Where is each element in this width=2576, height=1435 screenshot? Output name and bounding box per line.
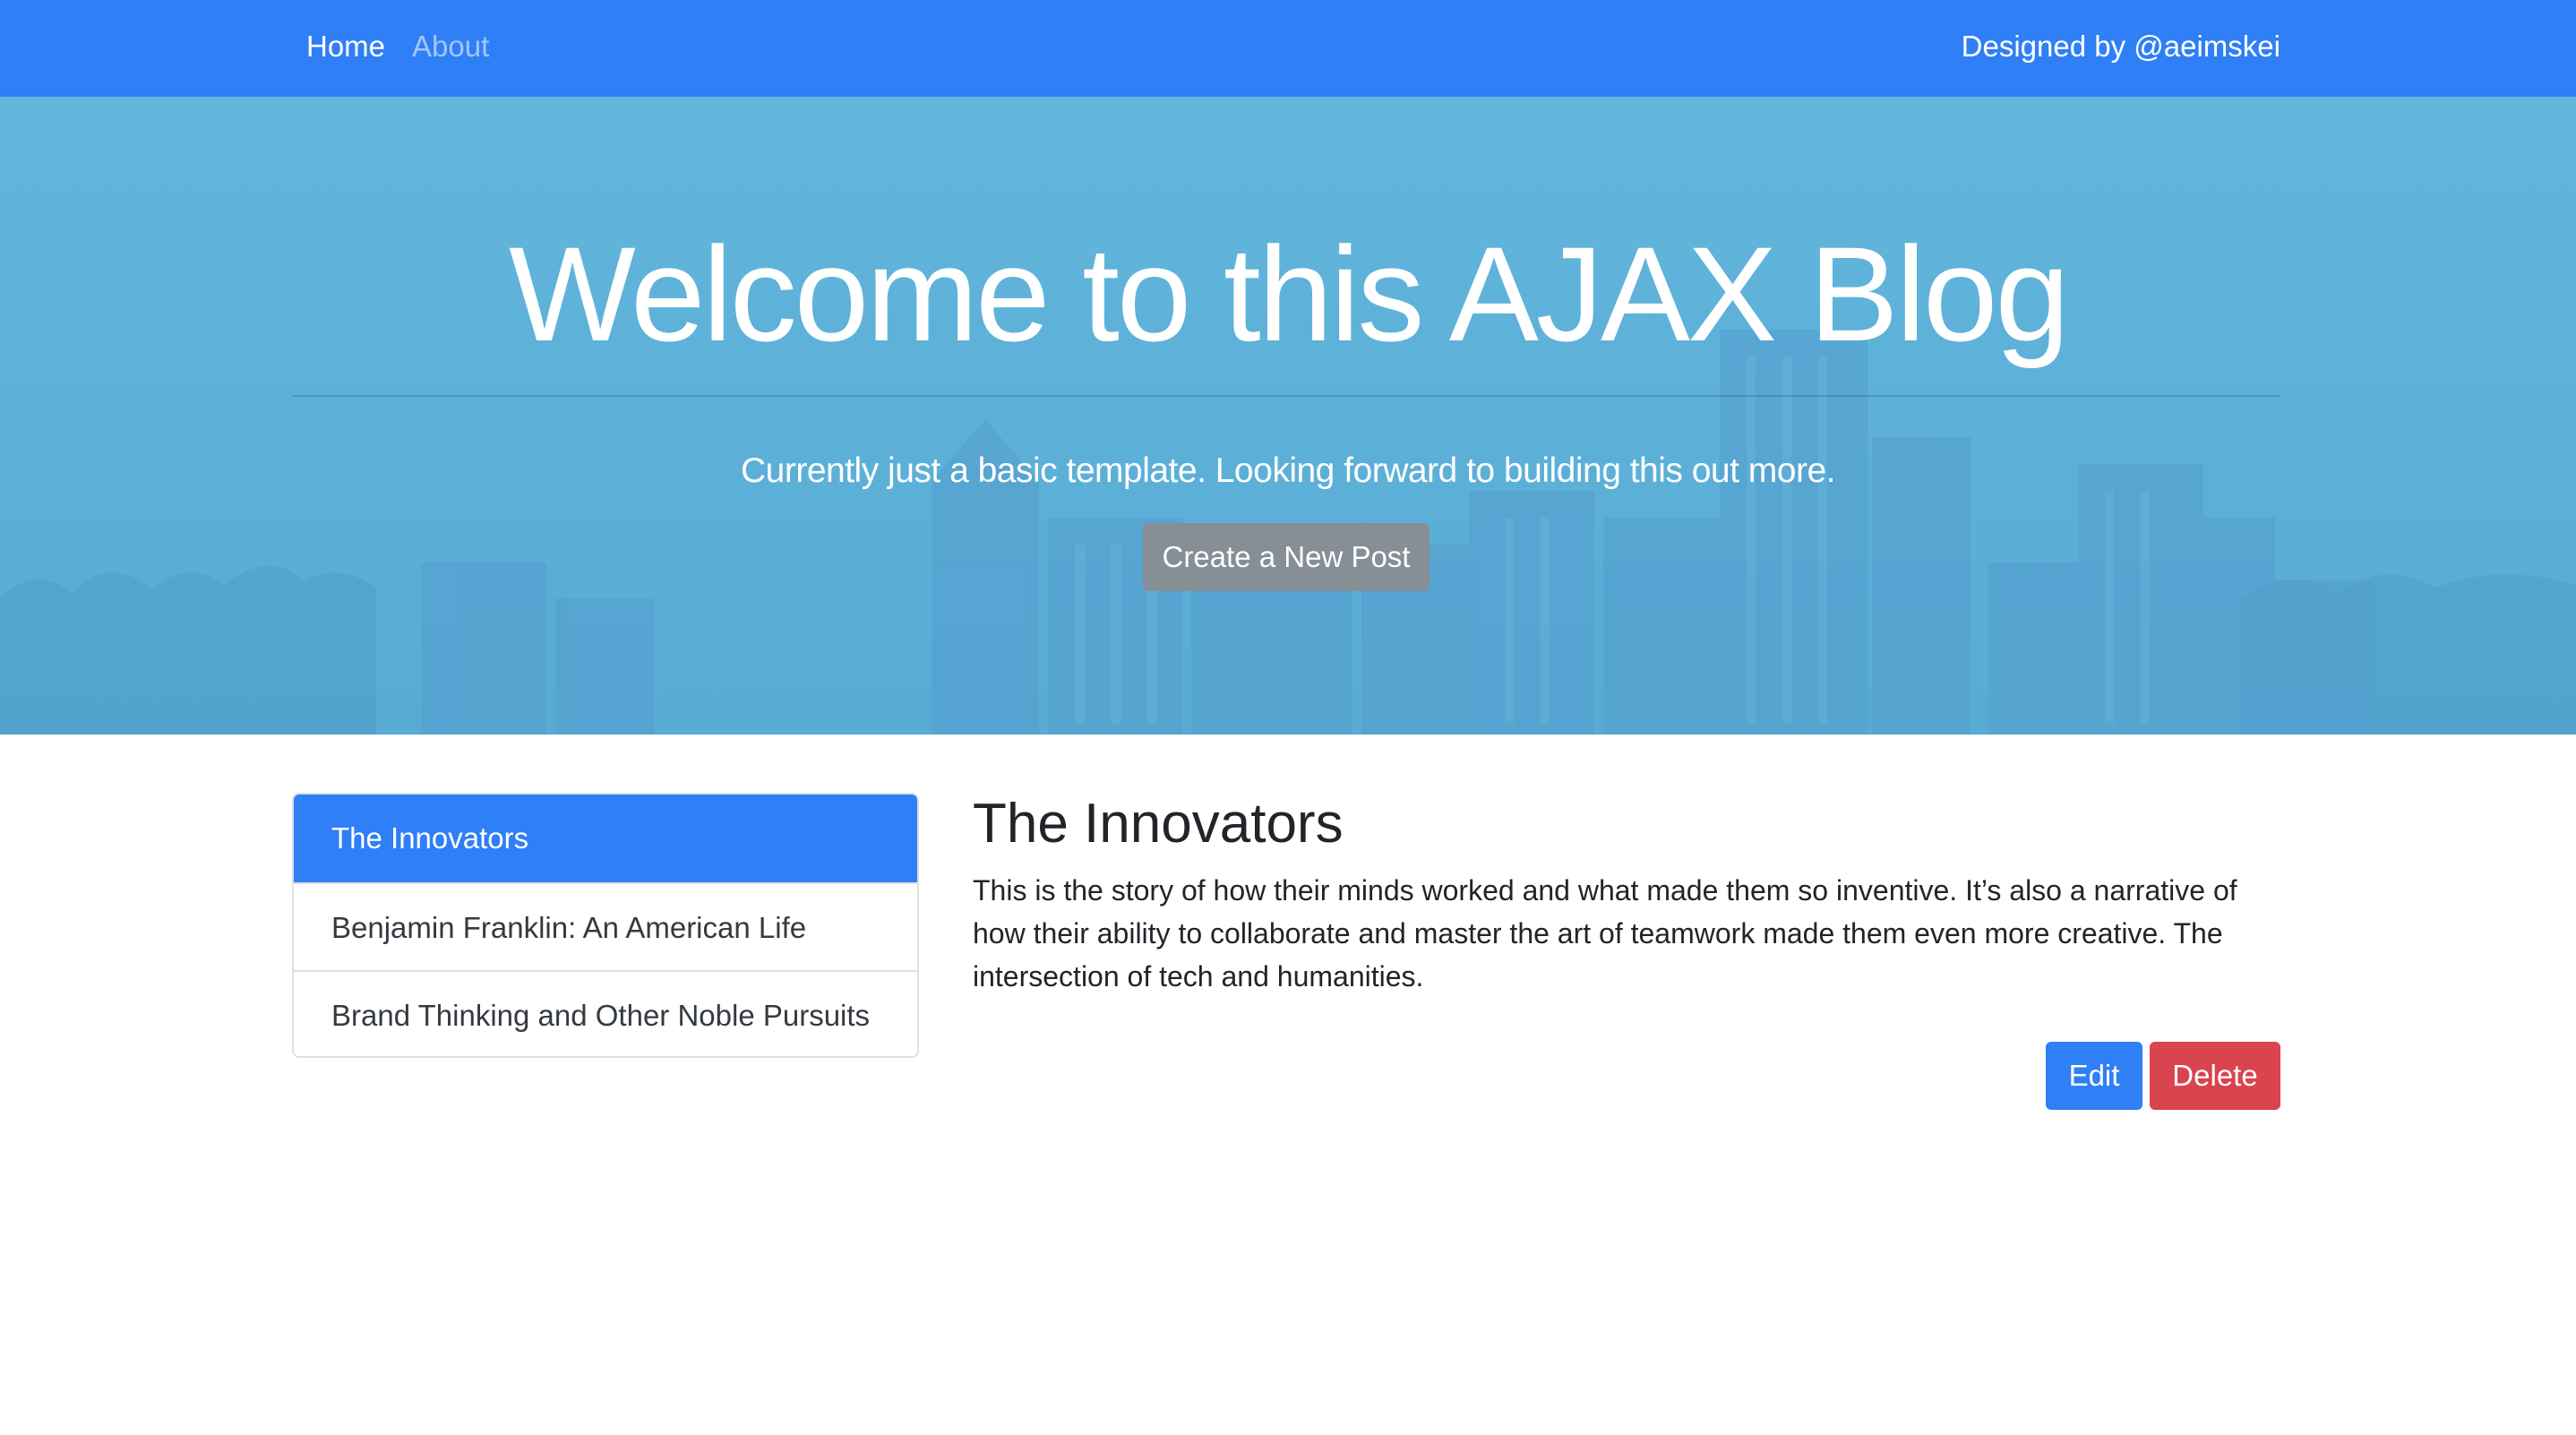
post-title: The Innovators — [973, 793, 1344, 855]
nav-link-about[interactable]: About — [412, 25, 489, 68]
delete-button[interactable]: Delete — [2150, 1042, 2280, 1110]
designer-credit: Designed by @aeimskei — [1961, 30, 2280, 63]
post-list-item-brand-thinking[interactable]: Brand Thinking and Other Noble Pursuits — [294, 970, 917, 1056]
hero-lead-text: Currently just a basic template. Looking… — [741, 451, 1835, 490]
hero-jumbotron: Welcome to this AJAX Blog Currently just… — [0, 97, 2576, 735]
hero-title: Welcome to this AJAX Blog — [509, 219, 2070, 369]
post-list-item-the-innovators[interactable]: The Innovators — [294, 795, 917, 882]
hero-divider — [292, 395, 2280, 397]
nav-link-home[interactable]: Home — [306, 25, 385, 68]
create-new-post-button[interactable]: Create a New Post — [1143, 523, 1430, 591]
post-body: This is the story of how their minds wor… — [973, 874, 2237, 992]
city-skyline-background-image — [0, 97, 2576, 735]
top-navbar: Home About Designed by @aeimskei — [0, 0, 2576, 97]
post-list-item-benjamin-franklin[interactable]: Benjamin Franklin: An American Life — [294, 882, 917, 970]
post-list: The Innovators Benjamin Franklin: An Ame… — [292, 793, 919, 1058]
edit-button[interactable]: Edit — [2046, 1042, 2142, 1110]
